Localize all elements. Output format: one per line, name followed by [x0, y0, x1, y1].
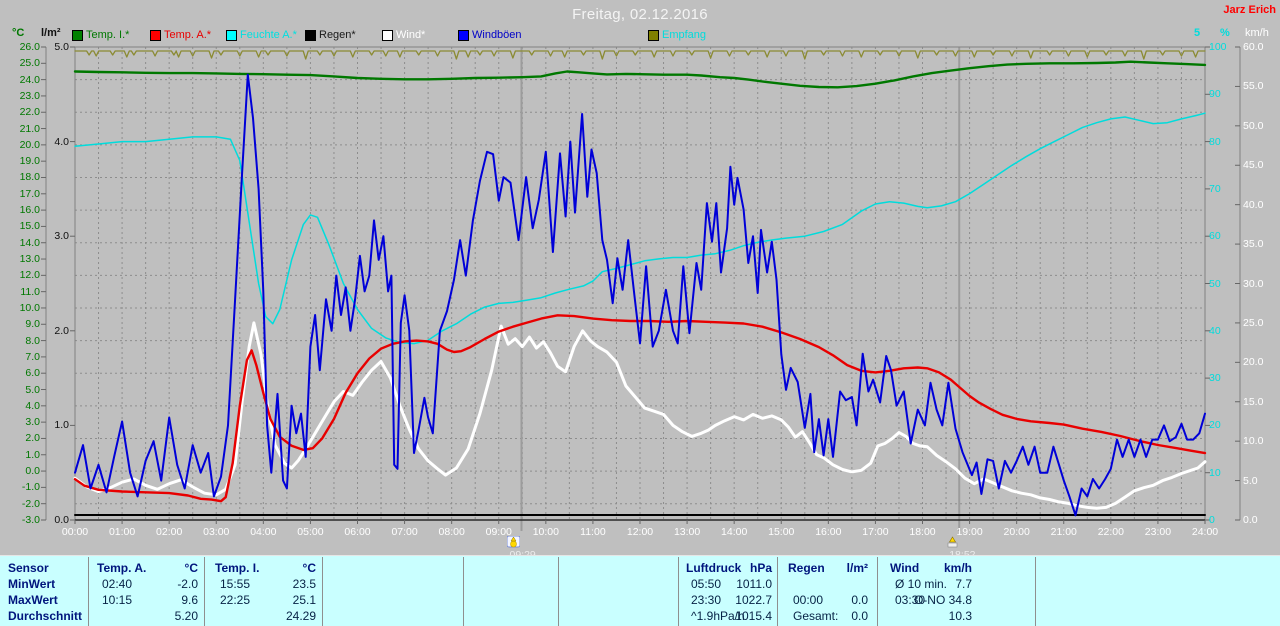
row-label: MinWert [8, 577, 55, 591]
stat-value: 24.29 [226, 609, 316, 623]
row-label: Sensor [8, 561, 49, 575]
sunrise-icon [507, 536, 520, 549]
stat-value: 0.0 [778, 609, 868, 623]
sunset-icon [947, 536, 958, 549]
stat-value: 7.7 [882, 577, 972, 591]
col-unit: hPa [712, 561, 772, 575]
stats-table: SensorMinWertMaxWertDurchschnittTemp. A.… [0, 555, 1280, 626]
chart-plot[interactable] [0, 0, 1280, 555]
sunset-marker: 18:52 [947, 536, 958, 549]
row-label: MaxWert [8, 593, 58, 607]
col-unit: °C [138, 561, 198, 575]
table-separator [678, 557, 679, 626]
stat-value: -2.0 [108, 577, 198, 591]
stat-value: 1022.7 [682, 593, 772, 607]
table-separator [88, 557, 89, 626]
stat-value: 10.3 [882, 609, 972, 623]
stat-value: 0.0 [778, 593, 868, 607]
stat-value: 9.6 [108, 593, 198, 607]
stat-value: O-NO 34.8 [882, 593, 972, 607]
stat-value: 1011.0 [682, 577, 772, 591]
stat-value: 23.5 [226, 577, 316, 591]
table-separator [558, 557, 559, 626]
table-separator [204, 557, 205, 626]
table-separator [1035, 557, 1036, 626]
col-unit: km/h [912, 561, 972, 575]
stat-value: 5.20 [108, 609, 198, 623]
stat-value: 1015.4 [682, 609, 772, 623]
col-unit: l/m² [808, 561, 868, 575]
table-separator [322, 557, 323, 626]
weather-app-window: Freitag, 02.12.2016 Jarz Erich °C l/m² 5… [0, 0, 1280, 625]
col-unit: °C [256, 561, 316, 575]
row-label: Durchschnitt [8, 609, 82, 623]
table-separator [877, 557, 878, 626]
table-separator [463, 557, 464, 626]
sunrise-marker: 09:29 [507, 536, 520, 549]
col-header: Temp. I. [215, 561, 259, 575]
stat-value: 25.1 [226, 593, 316, 607]
